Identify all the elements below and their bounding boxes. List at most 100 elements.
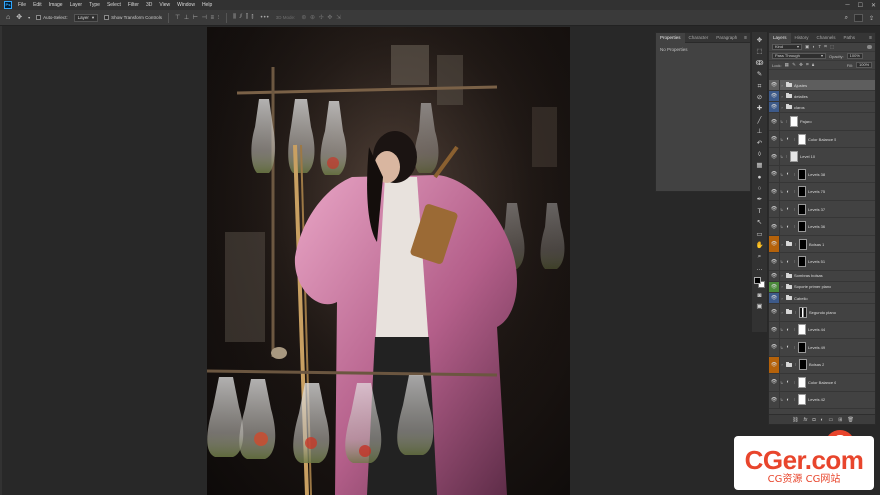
layer-body[interactable]: › ⁝ Bolsas 2	[780, 357, 875, 374]
distribute-icons[interactable]: ⫼ ⫽ ⫿ ⫾	[233, 14, 254, 21]
chain-link-icon[interactable]: ⁝	[793, 137, 796, 142]
chain-link-icon[interactable]: ⁝	[785, 154, 788, 159]
layer-mask-thumbnail[interactable]	[798, 133, 806, 145]
menu-view[interactable]: View	[159, 0, 170, 10]
lock-icons[interactable]: ▦ ✎ ✥ ⌗ 🔒︎	[785, 62, 816, 68]
layer-body[interactable]: ↳ ◐ ⁝ Color Balance 6	[780, 374, 875, 391]
layer-body[interactable]: › ⁝ Bolsas 1	[780, 236, 875, 253]
chain-link-icon[interactable]: ⁝	[793, 259, 796, 264]
layer-row[interactable]: 👁︎ ↳ ◐ ⁝ Levels 36	[769, 218, 875, 236]
layer-mask-thumbnail[interactable]	[790, 116, 798, 128]
fx-icon[interactable]: fx	[804, 417, 808, 423]
trash-icon[interactable]: 🗑︎	[847, 417, 853, 423]
layer-row[interactable]: 👁︎ › claros	[769, 102, 875, 114]
blend-mode-dropdown[interactable]: Pass Through ▾	[772, 53, 826, 59]
layer-name[interactable]: Pajaro	[800, 119, 812, 124]
layer-row[interactable]: 👁︎ ↳ ⁝ Level 10	[769, 148, 875, 166]
layer-mask-thumbnail[interactable]	[799, 306, 807, 318]
layer-row[interactable]: 👁︎ ↳ ◐ ⁝ Levels 44	[769, 321, 875, 340]
layer-name[interactable]: Levels 51	[808, 259, 825, 264]
layer-mask-thumbnail[interactable]	[798, 186, 806, 198]
visibility-eye-icon[interactable]: 👁︎	[769, 356, 780, 374]
share-icon[interactable]: ⇪	[869, 15, 874, 22]
visibility-eye-icon[interactable]: 👁︎	[769, 281, 780, 292]
layer-name[interactable]: Bolsas 2	[809, 362, 824, 367]
layer-body[interactable]: ↳ ⁝ Level 10	[780, 148, 875, 165]
pen-icon[interactable]: ✒	[755, 195, 764, 204]
layer-body[interactable]: › claros	[780, 102, 875, 112]
brush-icon[interactable]: ╱	[755, 116, 764, 125]
layer-row[interactable]: 👁︎ ↳ ◐ ⁝ Levels 38	[769, 165, 875, 184]
layer-row[interactable]: 👁︎ ↳ ◐ ⁝ Levels 51	[769, 253, 875, 271]
layer-name[interactable]: Levels 75	[808, 189, 825, 194]
layer-name[interactable]: claros	[794, 105, 805, 110]
quick-mask-icon[interactable]: ◙	[755, 291, 764, 300]
chevron-right-icon[interactable]: ›	[780, 284, 784, 289]
layer-name[interactable]: Levels 42	[808, 397, 825, 402]
visibility-eye-icon[interactable]: 👁︎	[769, 148, 780, 165]
chain-link-icon[interactable]: ⁝	[793, 207, 796, 212]
layer-row[interactable]: 👁︎ › ⁝ Bolsas 1	[769, 235, 875, 254]
layer-name[interactable]: Color Balance 6	[808, 380, 836, 385]
foreground-color-swatch[interactable]	[754, 277, 761, 285]
screen-mode-icon[interactable]: ▣	[755, 302, 764, 311]
chevron-right-icon[interactable]: ›	[780, 94, 784, 99]
layer-name[interactable]: Levels 44	[808, 327, 825, 332]
layer-name[interactable]: Level 10	[800, 154, 815, 159]
marquee-icon[interactable]: ⬚	[755, 47, 764, 56]
hand-icon[interactable]: ✋	[755, 241, 764, 250]
panel-menu-icon[interactable]: ≡	[744, 35, 747, 41]
dodge-icon[interactable]: ○	[755, 184, 764, 193]
layer-row[interactable]: 👁︎ › Cabello	[769, 292, 875, 305]
auto-select-checkbox[interactable]: Auto-Select:	[36, 15, 68, 20]
menu-type[interactable]: Type	[89, 0, 100, 10]
visibility-eye-icon[interactable]: 👁︎	[769, 339, 780, 356]
visibility-eye-icon[interactable]: 👁︎	[769, 292, 780, 304]
search-icon[interactable]: ⌕	[845, 15, 848, 22]
zoom-icon[interactable]: ⌕	[755, 252, 764, 261]
layer-name[interactable]: Ajustes	[794, 83, 807, 88]
layer-mask-thumbnail[interactable]	[798, 221, 806, 233]
chain-link-icon[interactable]: ⁝	[793, 327, 796, 332]
rectangle-icon[interactable]: ▭	[755, 230, 764, 239]
lasso-icon[interactable]: ↂ	[755, 59, 764, 68]
chain-link-icon[interactable]: ⁝	[793, 224, 796, 229]
chevron-right-icon[interactable]: ›	[780, 362, 784, 367]
visibility-eye-icon[interactable]: 👁︎	[769, 374, 780, 391]
chevron-right-icon[interactable]: ›	[780, 242, 784, 247]
layer-row[interactable]: 👁︎ › ⁝ Bolsas 2	[769, 356, 875, 375]
transform-controls-checkbox[interactable]: Show Transform Controls	[104, 15, 162, 20]
layer-name[interactable]: Levels 36	[808, 224, 825, 229]
layer-row[interactable]: 👁︎ ↳ ◐ ⁝ Levels 75	[769, 183, 875, 201]
layer-row[interactable]: 👁︎ › Ajustes	[769, 80, 875, 92]
visibility-eye-icon[interactable]: 👁︎	[769, 321, 780, 339]
layer-body[interactable]: ↳ ⁝ Pajaro	[780, 113, 875, 130]
layer-body[interactable]: › Soporte primer plano	[780, 282, 875, 292]
move-icon[interactable]: ✥	[755, 36, 764, 45]
layer-row[interactable]: 👁︎ › ⁝ Segundo plano	[769, 304, 875, 322]
chain-link-icon[interactable]: ⁝	[793, 172, 796, 177]
layer-name[interactable]: Segundo plano	[809, 310, 836, 315]
visibility-eye-icon[interactable]: 👁︎	[769, 270, 780, 281]
layer-name[interactable]: Color Balance 5	[808, 137, 836, 142]
layer-name[interactable]: Bolsas 1	[809, 242, 824, 247]
filter-type-icons[interactable]: ▣ ◐ T ⌗ ⬚	[805, 44, 835, 50]
visibility-eye-icon[interactable]: 👁︎	[769, 218, 780, 235]
layer-body[interactable]: ↳ ◐ ⁝ Levels 49	[780, 339, 875, 356]
mask-icon[interactable]: ◘	[812, 417, 815, 423]
new-layer-icon[interactable]: ⊞	[838, 417, 842, 423]
chain-link-icon[interactable]: ⁝	[793, 397, 796, 402]
tab-paths[interactable]: Paths	[840, 33, 860, 43]
layer-body[interactable]: ↳ ◐ ⁝ Levels 36	[780, 218, 875, 235]
filter-kind-dropdown[interactable]: Kind ▾	[772, 44, 802, 50]
chevron-right-icon[interactable]: ›	[780, 105, 784, 110]
visibility-eye-icon[interactable]: 👁︎	[769, 304, 780, 321]
folder-icon[interactable]: ▭	[829, 417, 834, 423]
chevron-right-icon[interactable]: ›	[780, 273, 784, 278]
minimize-icon[interactable]: ─	[845, 2, 849, 8]
filter-toggle[interactable]	[867, 45, 872, 49]
layer-body[interactable]: ↳ ◐ ⁝ Levels 75	[780, 183, 875, 200]
layer-row[interactable]: 👁︎ › Soporte primer plano	[769, 281, 875, 293]
menu-layer[interactable]: Layer	[70, 0, 83, 10]
close-icon[interactable]: ✕	[871, 2, 876, 9]
